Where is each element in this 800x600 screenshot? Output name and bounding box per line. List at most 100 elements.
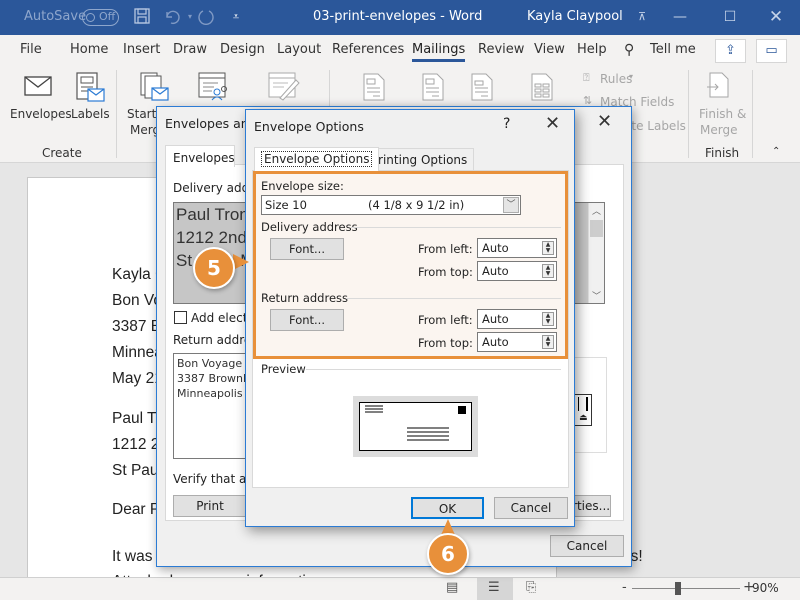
- customize-qat-icon[interactable]: ⩡: [226, 7, 246, 27]
- tab-review[interactable]: Review: [478, 42, 524, 57]
- document-line: It was: [112, 548, 153, 565]
- group-separator: [688, 70, 689, 158]
- scroll-down-icon: ﹀: [592, 292, 602, 302]
- zoom-slider-thumb[interactable]: [675, 582, 681, 595]
- verify-text: Verify that an: [173, 472, 254, 486]
- feed-icon: ⏏: [574, 394, 592, 426]
- envelope-preview: [353, 396, 478, 457]
- delivery-from-left-input[interactable]: Auto ▲ ▼: [477, 238, 557, 258]
- help-icon[interactable]: ?: [503, 116, 510, 132]
- save-icon[interactable]: [132, 7, 152, 27]
- zoom-slider[interactable]: [632, 588, 740, 589]
- maximize-icon[interactable]: ☐: [715, 5, 745, 29]
- toggle-knob: [86, 13, 95, 22]
- web-layout-icon[interactable]: ⎘: [526, 580, 536, 595]
- close-icon[interactable]: ✕: [761, 5, 791, 29]
- tab-view[interactable]: View: [534, 42, 565, 57]
- print-layout-button[interactable]: ☰: [477, 578, 513, 600]
- tab-help[interactable]: Help: [577, 42, 607, 57]
- tab-envelope-options[interactable]: Envelope Options: [254, 147, 380, 171]
- tab-design[interactable]: Design: [220, 42, 265, 57]
- delivery-font-button[interactable]: Font...: [270, 238, 344, 260]
- delivery-scrollbar[interactable]: ︿ ﹀: [588, 203, 604, 303]
- tab-printing-options[interactable]: Printing Options: [364, 148, 475, 170]
- finish-group-label: Finish: [705, 146, 740, 160]
- finish-merge-icon: [706, 72, 734, 105]
- labels-icon[interactable]: [74, 72, 106, 107]
- envelopes-button[interactable]: Envelopes: [10, 107, 72, 121]
- undo-icon[interactable]: [162, 7, 182, 27]
- rules-icon: ⍰: [583, 71, 590, 84]
- preview-label: Preview: [261, 362, 306, 376]
- highlight-merge-fields-icon: [363, 73, 385, 104]
- labels-button[interactable]: Labels: [71, 107, 110, 121]
- spinner-icon: ▲ ▼: [542, 312, 554, 326]
- delivery-address-group-label: Delivery address: [261, 220, 358, 234]
- select-recipients-icon[interactable]: [198, 72, 230, 105]
- zoom-level[interactable]: 90%: [752, 581, 779, 595]
- chevron-down-icon: ﹀: [503, 197, 519, 213]
- envelope-preview-icon: [359, 402, 472, 451]
- group-divider: [351, 227, 561, 228]
- zoom-out-button[interactable]: -: [622, 580, 627, 595]
- return-from-left-input[interactable]: Auto ▲ ▼: [477, 309, 557, 329]
- envelope-size-select[interactable]: Size 10 (4 1/8 x 9 1/2 in) ﹀: [261, 195, 521, 215]
- greeting-line-icon: [471, 73, 493, 104]
- tab-layout[interactable]: Layout: [277, 42, 321, 57]
- comments-button[interactable]: ▭: [756, 39, 787, 63]
- create-group-label: Create: [42, 146, 82, 160]
- rules-dropdown-icon: ▾: [629, 72, 634, 81]
- address-block-icon: [422, 73, 444, 104]
- group-divider: [346, 298, 561, 299]
- close-icon[interactable]: ✕: [597, 111, 612, 132]
- return-from-top-label: From top:: [418, 336, 473, 350]
- tab-home[interactable]: Home: [70, 42, 108, 57]
- start-mail-merge-icon[interactable]: [140, 72, 170, 107]
- search-icon[interactable]: ⚲: [624, 42, 634, 58]
- step-6-callout: 6: [427, 533, 469, 575]
- cancel-button[interactable]: Cancel: [494, 497, 568, 519]
- read-mode-icon[interactable]: ▤: [446, 580, 458, 595]
- insert-merge-field-icon: [531, 73, 553, 104]
- finish-merge-line1: Finish &: [699, 107, 747, 121]
- redo-icon[interactable]: [196, 7, 216, 27]
- group-separator: [752, 70, 753, 158]
- print-button[interactable]: Print: [173, 495, 247, 517]
- return-from-left-label: From left:: [418, 313, 473, 327]
- tab-draw[interactable]: Draw: [173, 42, 207, 57]
- close-icon[interactable]: ✕: [545, 113, 560, 134]
- document-title: 03-print-envelopes - Word: [313, 9, 483, 24]
- delivery-from-top-label: From top:: [418, 265, 473, 279]
- tell-me-input[interactable]: Tell me: [650, 42, 696, 57]
- add-electronic-postage-checkbox[interactable]: [174, 311, 187, 324]
- delivery-from-top-input[interactable]: Auto ▲ ▼: [477, 261, 557, 281]
- start-mail-merge-line1[interactable]: Start: [127, 107, 156, 121]
- document-line: Dear P: [112, 501, 161, 518]
- document-line: St Paul: [112, 462, 162, 479]
- tab-references[interactable]: References: [332, 42, 404, 57]
- user-name[interactable]: Kayla Claypool: [527, 9, 623, 24]
- return-from-top-input[interactable]: Auto ▲ ▼: [477, 332, 557, 352]
- ok-button[interactable]: OK: [411, 497, 484, 519]
- envelope-size-label: Envelope size:: [261, 179, 344, 193]
- tab-mailings[interactable]: Mailings: [412, 42, 466, 62]
- return-font-button[interactable]: Font...: [270, 309, 344, 331]
- tab-insert[interactable]: Insert: [123, 42, 160, 57]
- minimize-icon[interactable]: —: [665, 5, 695, 29]
- share-button[interactable]: ⇪: [715, 39, 746, 63]
- rules-button: Rules: [600, 72, 633, 86]
- tab-file[interactable]: File: [20, 42, 42, 57]
- ribbon-tabs: File Home Insert Draw Design Layout Refe…: [0, 35, 800, 66]
- envelopes-icon[interactable]: [24, 76, 52, 101]
- spinner-icon: ▲ ▼: [542, 241, 554, 255]
- tab-envelopes[interactable]: Envelopes: [165, 145, 235, 167]
- edit-recipient-list-icon: [268, 72, 300, 105]
- return-address-group-label: Return address: [261, 291, 348, 305]
- env-cancel-button[interactable]: Cancel: [550, 535, 624, 557]
- autosave-toggle[interactable]: Off: [82, 9, 119, 26]
- step-5-callout: 5: [193, 247, 235, 289]
- envelope-options-dialog: Envelope Options ? ✕ Envelope Options Pr…: [245, 109, 575, 527]
- ribbon-display-icon[interactable]: ⊼: [627, 5, 657, 29]
- collapse-ribbon-icon[interactable]: ⌃: [772, 146, 780, 157]
- finish-merge-line2: Merge: [700, 123, 738, 137]
